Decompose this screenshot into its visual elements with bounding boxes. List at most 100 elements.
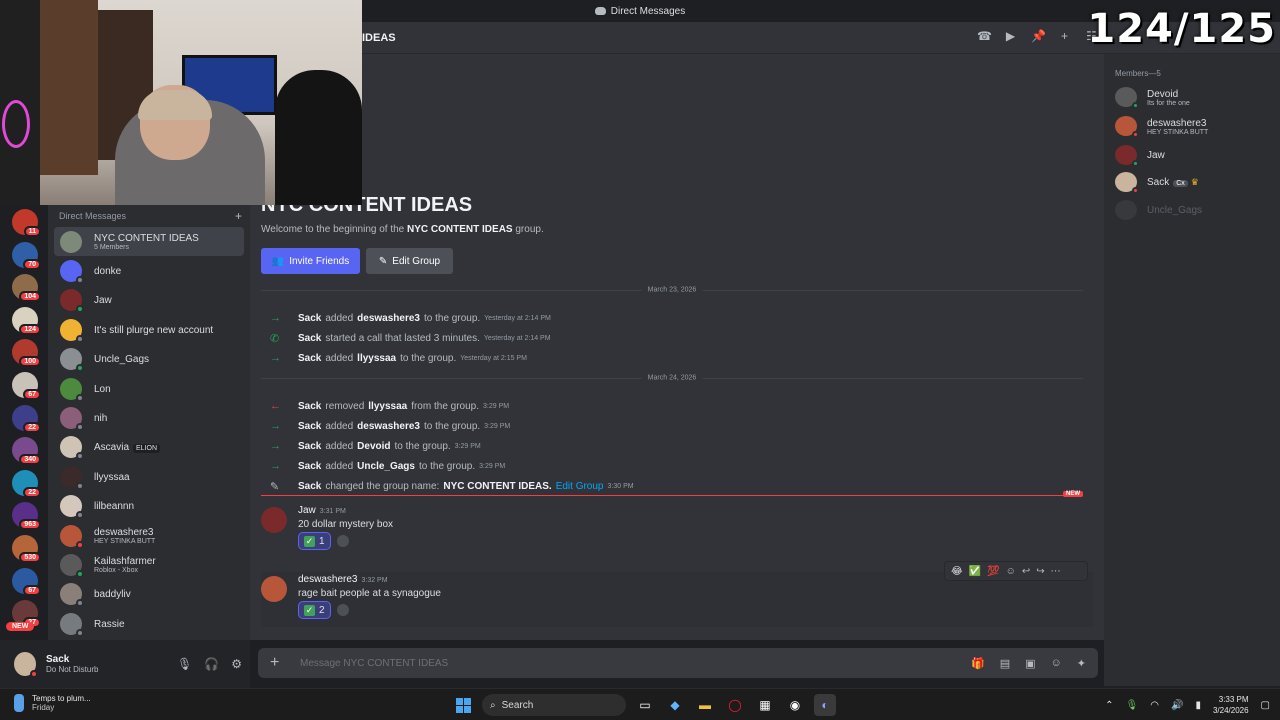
dm-item[interactable]: Ascavia ELION	[54, 433, 244, 462]
system-actor[interactable]: Sack	[298, 461, 321, 472]
quick-react-icon[interactable]: ✅	[969, 566, 981, 577]
task-view-icon[interactable]: ▭	[634, 694, 656, 716]
gif-icon[interactable]: ▤	[1000, 657, 1010, 670]
upload-plus-icon[interactable]: +	[270, 654, 290, 672]
server-icon[interactable]: 22	[12, 404, 41, 433]
start-button[interactable]	[452, 694, 474, 716]
notifications-icon[interactable]: ▢	[1261, 700, 1270, 711]
quick-react-icon[interactable]: 💯	[987, 566, 999, 577]
unread-badge: 530	[19, 552, 41, 563]
reaction-chip[interactable]: ✓ 2	[298, 601, 331, 619]
new-unreads-pill[interactable]: NEW	[6, 622, 35, 631]
system-target[interactable]: Devoid	[357, 441, 390, 452]
server-rail[interactable]: 11701041241006722340229635306727	[0, 205, 48, 640]
system-actor[interactable]: Sack	[298, 313, 321, 324]
member-item[interactable]: Uncle_Gags	[1115, 197, 1202, 223]
forward-icon[interactable]: ↪	[1036, 566, 1044, 577]
create-dm-icon[interactable]: +	[235, 209, 242, 223]
server-icon[interactable]: 124	[12, 306, 41, 335]
member-item[interactable]: Jaw	[1115, 142, 1165, 168]
system-target[interactable]: llyyssaa	[357, 353, 396, 364]
message-input[interactable]	[300, 657, 972, 669]
quick-react-icon[interactable]: 😂	[951, 566, 963, 577]
settings-gear-icon[interactable]: ⚙	[231, 657, 242, 671]
volume-icon[interactable]: 🔊	[1171, 700, 1183, 711]
dm-item[interactable]: Uncle_Gags	[54, 345, 244, 374]
server-icon[interactable]: 70	[12, 241, 41, 270]
system-actor[interactable]: Sack	[298, 401, 321, 412]
dm-item[interactable]: llyyssaa	[54, 462, 244, 491]
member-item[interactable]: Sack Cx ♛	[1115, 169, 1199, 195]
dm-item[interactable]: Kailashfarmer Roblox - Xbox	[54, 550, 244, 579]
microphone-tray-icon[interactable]: 🎙	[1126, 700, 1139, 711]
system-actor[interactable]: Sack	[298, 353, 321, 364]
server-icon[interactable]: 67	[12, 567, 41, 596]
system-target[interactable]: deswashere3	[357, 313, 420, 324]
battery-icon[interactable]: ▮	[1195, 700, 1201, 711]
dm-item[interactable]: Rassie	[54, 609, 244, 638]
taskbar-search[interactable]: ⌕ Search	[482, 694, 626, 716]
dm-item[interactable]: NYC CONTENT IDEAS 5 Members	[54, 227, 244, 257]
message-author[interactable]: deswashere3	[298, 574, 357, 585]
member-item[interactable]: deswashere3 HEY STINKA BUTT	[1115, 113, 1208, 139]
member-item[interactable]: Devoid Its for the one	[1115, 84, 1190, 110]
server-icon[interactable]: 100	[12, 339, 41, 368]
dm-item[interactable]: nih	[54, 403, 244, 432]
system-actor[interactable]: Sack	[298, 333, 321, 344]
server-icon[interactable]: 963	[12, 502, 41, 531]
gift-icon[interactable]: 🎁	[971, 657, 985, 670]
avatar[interactable]	[14, 652, 38, 678]
discord-taskbar-icon[interactable]: ◐	[814, 694, 836, 716]
dm-item[interactable]: Jaw	[54, 286, 244, 315]
edit-group-button[interactable]: ✎ Edit Group	[366, 248, 453, 274]
dm-item[interactable]: It's still plurge new account	[54, 315, 244, 344]
pin-icon[interactable]: 📌	[1031, 30, 1046, 43]
edit-group-link[interactable]: Edit Group	[556, 481, 604, 492]
clock[interactable]: 3:33 PM 3/24/2026	[1213, 694, 1249, 716]
invite-friends-button[interactable]: 👥 Invite Friends	[261, 248, 360, 274]
dm-item[interactable]: baddyliv	[54, 580, 244, 609]
add-friends-icon[interactable]: +	[1058, 30, 1071, 43]
apps-icon[interactable]: ✦	[1077, 657, 1086, 670]
add-reaction-icon[interactable]	[336, 535, 349, 547]
store-icon[interactable]: ▦	[754, 694, 776, 716]
dm-item[interactable]: deswashere3 HEY STINKA BUTT	[54, 521, 244, 550]
emoji-icon[interactable]: ☺	[1051, 657, 1062, 670]
system-target[interactable]: NYC CONTENT IDEAS.	[443, 481, 551, 492]
system-target[interactable]: Uncle_Gags	[357, 461, 415, 472]
video-call-icon[interactable]: ▶	[1004, 30, 1017, 43]
reaction-chip[interactable]: ✓ 1	[298, 532, 331, 550]
avatar[interactable]	[261, 576, 287, 602]
server-icon[interactable]: 530	[12, 535, 41, 563]
headphones-icon[interactable]: 🎧	[204, 657, 219, 671]
voice-call-icon[interactable]: ☎	[977, 30, 992, 43]
dm-item[interactable]: donke	[54, 256, 244, 285]
chrome-icon[interactable]: ◉	[784, 694, 806, 716]
system-target[interactable]: llyyssaa	[368, 401, 407, 412]
server-icon[interactable]: 340	[12, 437, 41, 466]
dm-item[interactable]: lilbeannn	[54, 492, 244, 521]
more-icon[interactable]: ⋯	[1051, 566, 1061, 577]
add-reaction-icon[interactable]	[336, 604, 349, 616]
system-target[interactable]: deswashere3	[357, 421, 420, 432]
server-icon[interactable]: 11	[12, 209, 41, 237]
system-actor[interactable]: Sack	[298, 421, 321, 432]
wifi-icon[interactable]: ◠	[1150, 700, 1159, 711]
system-actor[interactable]: Sack	[298, 441, 321, 452]
dm-item[interactable]: Lon	[54, 374, 244, 403]
server-icon[interactable]: 67	[12, 372, 41, 400]
server-icon[interactable]: 22	[12, 469, 41, 498]
chevron-up-icon[interactable]: ⌃	[1105, 700, 1113, 711]
weather-widget[interactable]: Temps to plum... Friday	[14, 694, 91, 712]
reply-icon[interactable]: ↩	[1022, 566, 1030, 577]
file-explorer-icon[interactable]: ▬	[694, 694, 716, 716]
copilot-icon[interactable]: ◆	[664, 694, 686, 716]
system-actor[interactable]: Sack	[298, 481, 321, 492]
opera-icon[interactable]: ◯	[724, 694, 746, 716]
sticker-icon[interactable]: ▣	[1025, 657, 1035, 670]
avatar[interactable]	[261, 507, 287, 533]
add-reaction-icon[interactable]: ☺	[1006, 566, 1016, 577]
microphone-icon[interactable]: 🎙	[177, 657, 192, 671]
server-icon[interactable]: 104	[12, 274, 41, 303]
message-author[interactable]: Jaw	[298, 505, 316, 516]
